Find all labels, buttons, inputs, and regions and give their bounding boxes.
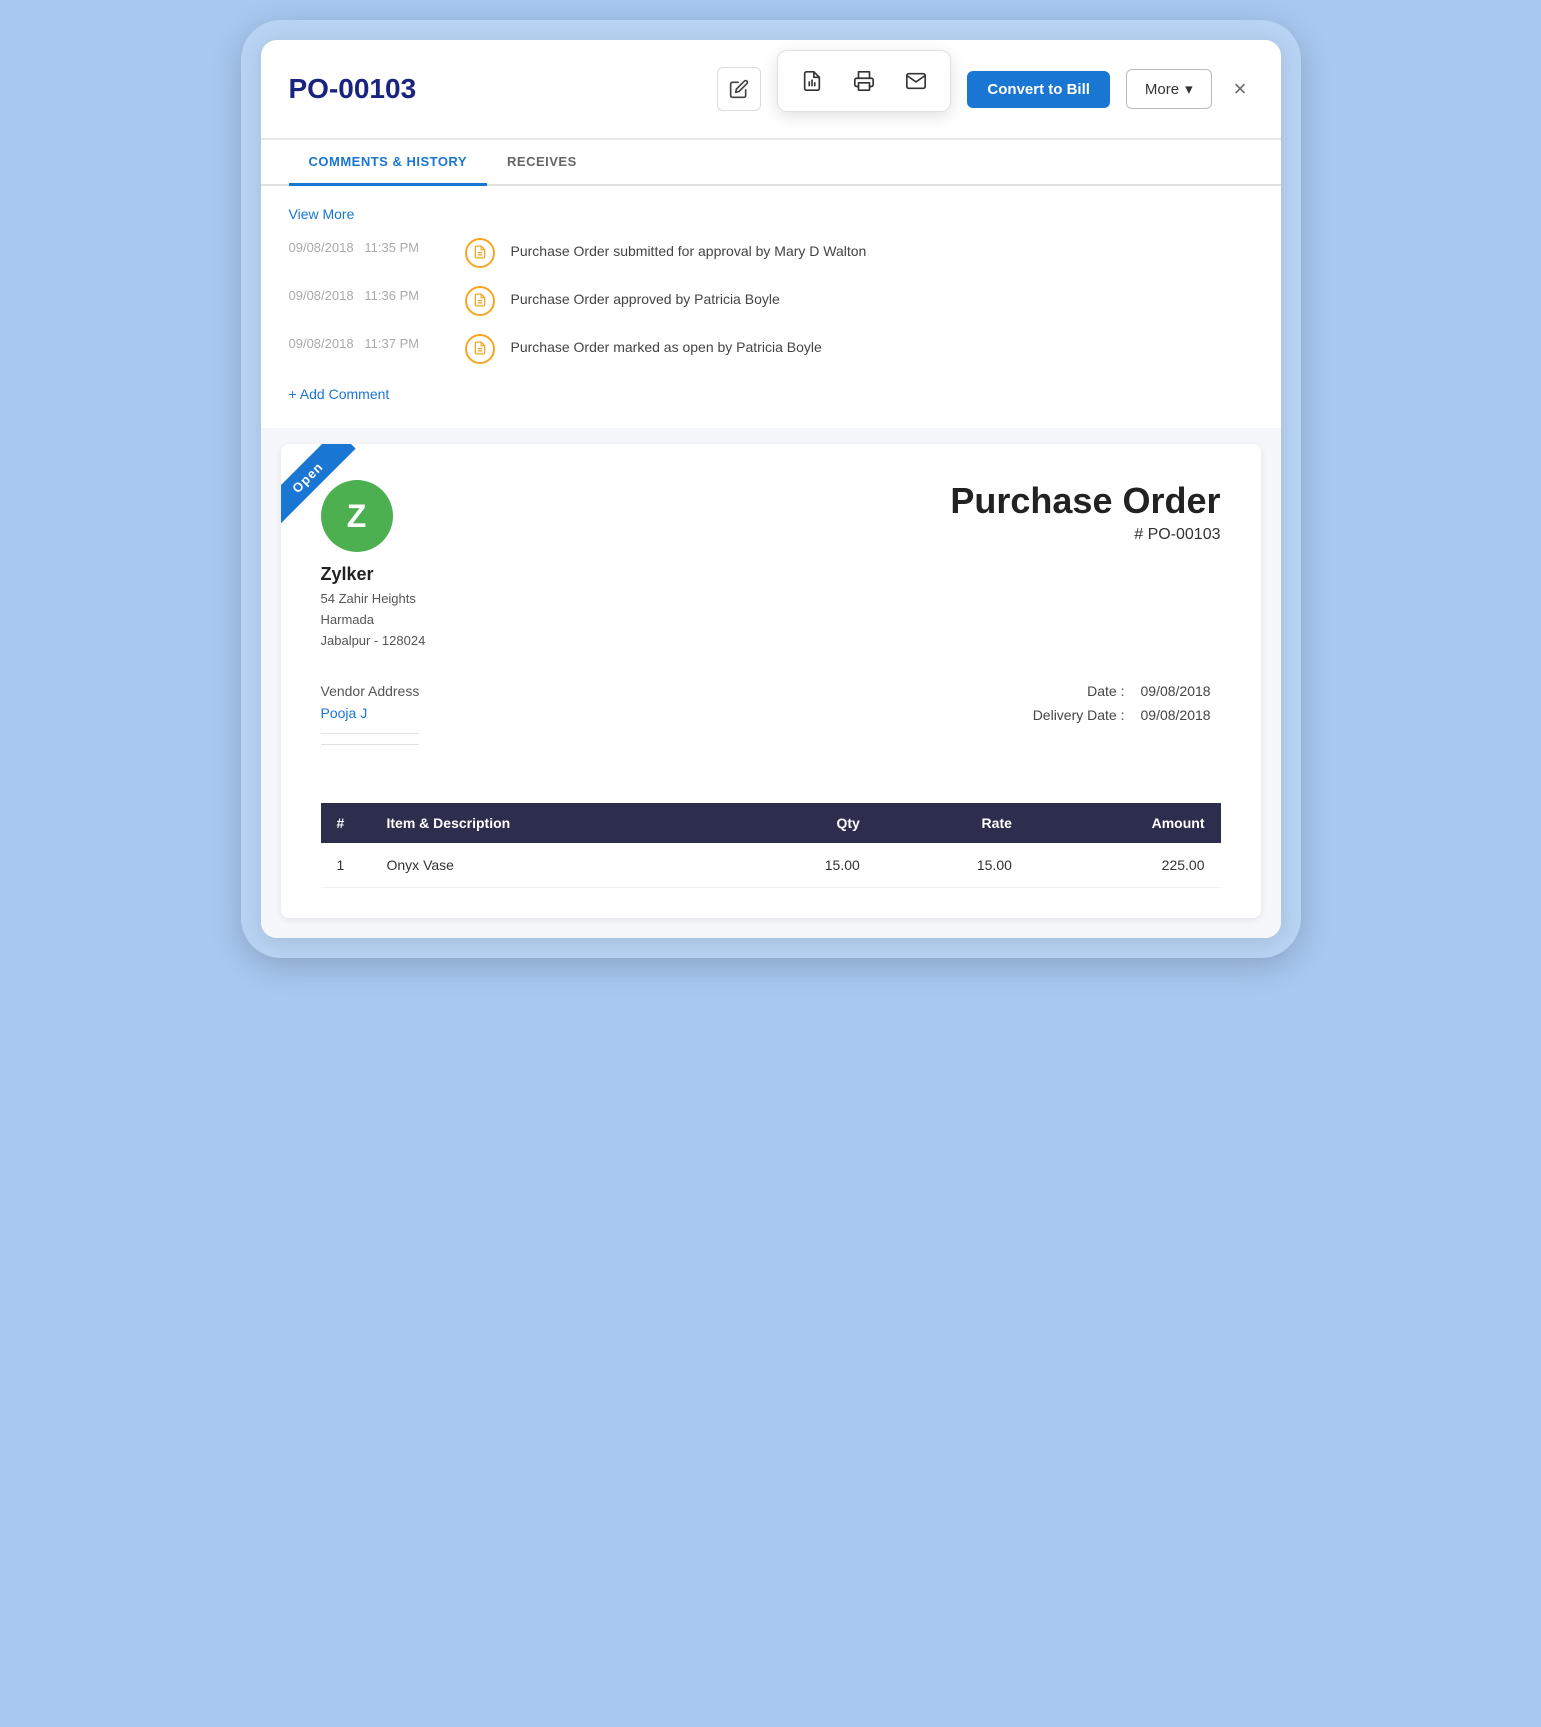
vendor-name: Zylker (321, 564, 951, 585)
history-timestamp-2: 09/08/2018 11:36 PM (289, 286, 449, 303)
dates-section: Date : 09/08/2018 Delivery Date : 09/08/… (1005, 683, 1221, 723)
device-frame: PO-00103 (241, 20, 1301, 958)
delivery-date-row: Delivery Date : 09/08/2018 (1005, 707, 1221, 723)
vendor-address-section: Vendor Address Pooja J (321, 683, 420, 755)
history-action-icon-3 (473, 341, 487, 358)
table-row: 1 Onyx Vase 15.00 15.00 225.00 (321, 843, 1221, 888)
history-item-1: 09/08/2018 11:35 PM Purchase Order submi… (289, 238, 1253, 268)
history-item-3: 09/08/2018 11:37 PM Purchase Order marke… (289, 334, 1253, 364)
divider-1 (321, 733, 420, 734)
divider-2 (321, 744, 420, 745)
cell-item-name: Onyx Vase (371, 843, 724, 888)
edit-button[interactable] (717, 67, 761, 111)
document-wrapper: Open Z Zylker 54 Zahir Heights Harmada J… (261, 428, 1281, 938)
history-timestamp-1: 09/08/2018 11:35 PM (289, 238, 449, 255)
toolbar-popup (777, 50, 951, 112)
col-number: # (321, 803, 371, 843)
email-button[interactable] (894, 59, 938, 103)
cell-amount: 225.00 (1028, 843, 1221, 888)
chevron-down-icon: ▾ (1185, 80, 1193, 98)
tab-comments-history[interactable]: COMMENTS & HISTORY (289, 140, 488, 186)
modal-header: PO-00103 (261, 40, 1281, 140)
doc-title: Purchase Order (950, 480, 1220, 522)
more-button[interactable]: More ▾ (1126, 69, 1212, 109)
history-icon-wrap-2 (465, 286, 495, 316)
col-amount: Amount (1028, 803, 1221, 843)
purchase-order-document: Open Z Zylker 54 Zahir Heights Harmada J… (281, 444, 1261, 918)
view-more-link[interactable]: View More (289, 206, 1253, 222)
history-text-2: Purchase Order approved by Patricia Boyl… (511, 286, 780, 310)
print-button[interactable] (842, 59, 886, 103)
status-banner-open: Open (281, 444, 391, 554)
history-item-2: 09/08/2018 11:36 PM Purchase Order appro… (289, 286, 1253, 316)
col-rate: Rate (876, 803, 1028, 843)
convert-to-bill-button[interactable]: Convert to Bill (967, 71, 1110, 108)
modal-container: PO-00103 (261, 40, 1281, 938)
tab-receives[interactable]: RECEIVES (487, 140, 597, 186)
add-comment-link[interactable]: + Add Comment (289, 386, 390, 402)
date-row: Date : 09/08/2018 (1005, 683, 1221, 699)
table-body: 1 Onyx Vase 15.00 15.00 225.00 (321, 843, 1221, 888)
cell-row-num: 1 (321, 843, 371, 888)
history-icon-wrap-3 (465, 334, 495, 364)
col-item: Item & Description (371, 803, 724, 843)
close-button[interactable]: × (1228, 70, 1253, 108)
cell-qty: 15.00 (724, 843, 876, 888)
vendor-address: 54 Zahir Heights Harmada Jabalpur - 1280… (321, 589, 951, 651)
history-action-icon-2 (473, 293, 487, 310)
tabs-bar: COMMENTS & HISTORY RECEIVES (261, 140, 1281, 186)
col-qty: Qty (724, 803, 876, 843)
table-header: # Item & Description Qty Rate Amount (321, 803, 1221, 843)
history-action-icon-1 (473, 245, 487, 262)
items-table: # Item & Description Qty Rate Amount 1 O… (321, 803, 1221, 888)
doc-po-ref: # PO-00103 (950, 526, 1220, 544)
po-number: PO-00103 (289, 73, 417, 105)
document-body: Z Zylker 54 Zahir Heights Harmada Jabalp… (281, 444, 1261, 918)
pdf-button[interactable] (790, 59, 834, 103)
cell-rate: 15.00 (876, 843, 1028, 888)
history-text-3: Purchase Order marked as open by Patrici… (511, 334, 822, 358)
comments-history-section: View More 09/08/2018 11:35 PM (261, 186, 1281, 428)
history-timestamp-3: 09/08/2018 11:37 PM (289, 334, 449, 351)
doc-header-row: Z Zylker 54 Zahir Heights Harmada Jabalp… (321, 480, 1221, 651)
history-text-1: Purchase Order submitted for approval by… (511, 238, 867, 262)
vendor-info: Z Zylker 54 Zahir Heights Harmada Jabalp… (321, 480, 951, 651)
history-icon-wrap-1 (465, 238, 495, 268)
vendor-contact-link[interactable]: Pooja J (321, 705, 368, 721)
doc-title-section: Purchase Order # PO-00103 (950, 480, 1220, 544)
